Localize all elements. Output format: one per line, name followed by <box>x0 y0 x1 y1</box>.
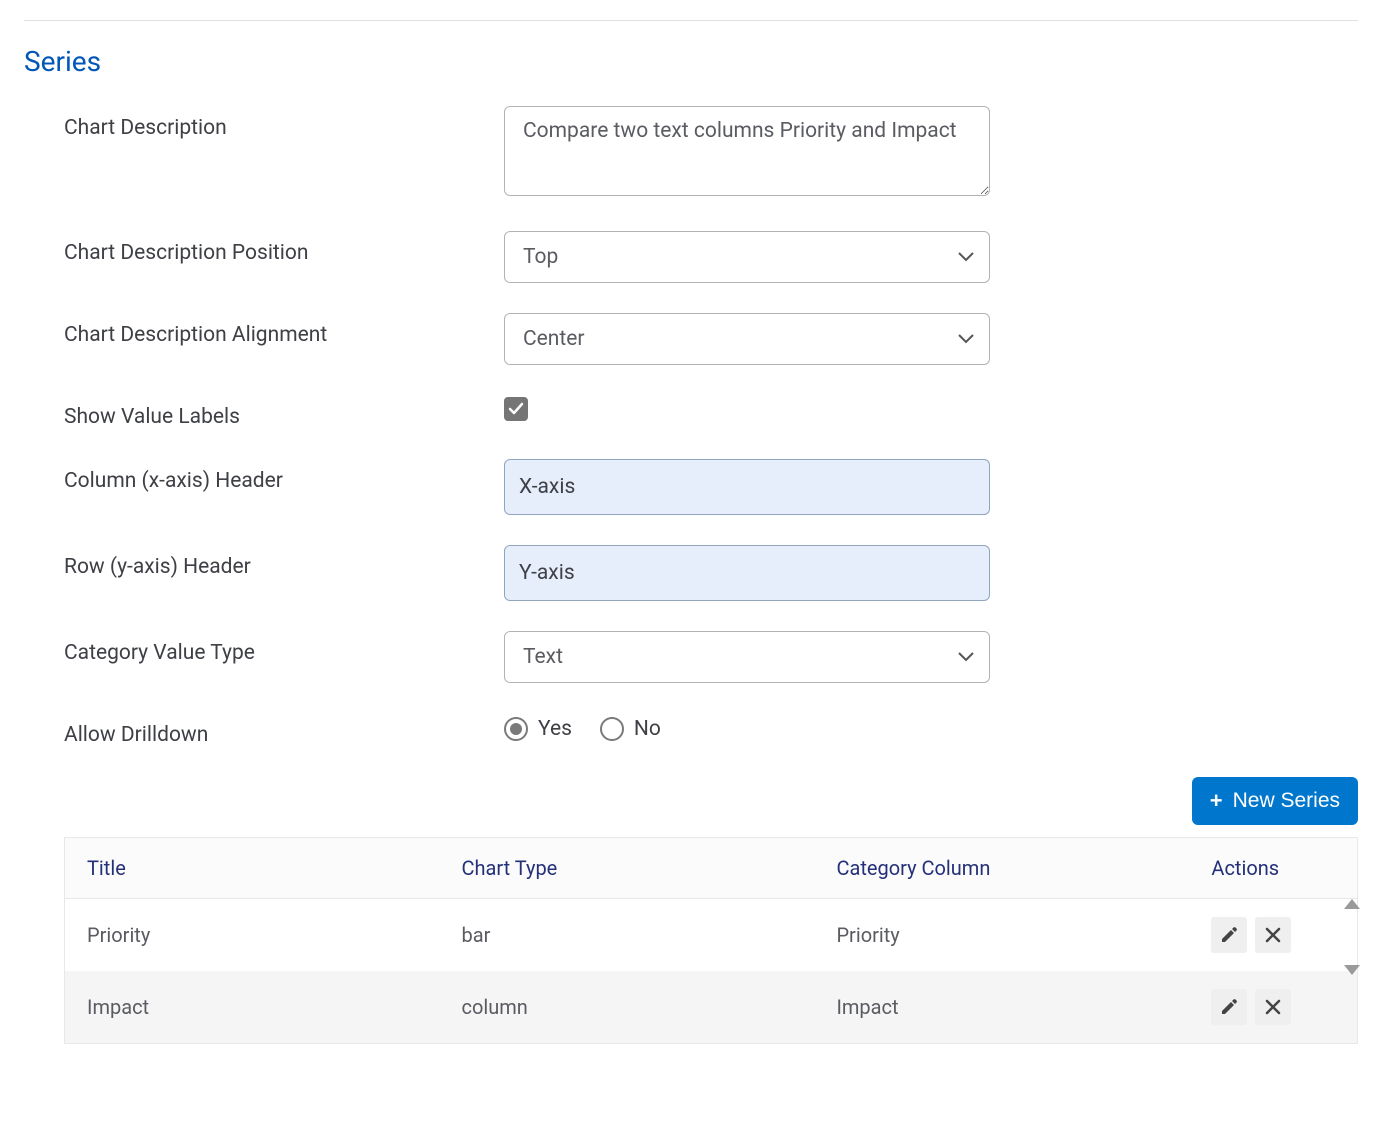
chart-description-label: Chart Description <box>64 106 504 140</box>
cell-title: Priority <box>65 899 440 972</box>
column-x-axis-header-label: Column (x-axis) Header <box>64 459 504 493</box>
delete-row-button[interactable] <box>1255 917 1291 953</box>
row-y-axis-header-input[interactable] <box>504 545 990 601</box>
column-x-axis-header-input[interactable] <box>504 459 990 515</box>
table-header-category-column[interactable]: Category Column <box>814 838 1189 899</box>
row-move-up-button[interactable] <box>1344 899 1360 909</box>
edit-row-button[interactable] <box>1211 989 1247 1025</box>
cell-category-column: Impact <box>814 971 1189 1044</box>
check-icon <box>508 401 524 417</box>
chart-description-position-label: Chart Description Position <box>64 231 504 265</box>
new-series-button-label: New Series <box>1233 789 1340 813</box>
allow-drilldown-no-radio[interactable]: No <box>600 717 661 741</box>
radio-yes-label: Yes <box>538 717 572 741</box>
cell-category-column: Priority <box>814 899 1189 972</box>
table-header-actions: Actions <box>1189 838 1357 899</box>
series-table: Title Chart Type Category Column Actions… <box>64 837 1358 1044</box>
cell-title: Impact <box>65 971 440 1044</box>
table-header-title[interactable]: Title <box>65 838 440 899</box>
cell-chart-type: bar <box>439 899 814 972</box>
close-icon <box>1263 997 1283 1017</box>
chart-description-position-select[interactable]: Top <box>504 231 990 283</box>
chart-description-alignment-label: Chart Description Alignment <box>64 313 504 347</box>
edit-row-button[interactable] <box>1211 917 1247 953</box>
close-icon <box>1263 925 1283 945</box>
row-y-axis-header-label: Row (y-axis) Header <box>64 545 504 579</box>
chart-description-textarea[interactable] <box>504 106 990 196</box>
new-series-button[interactable]: + New Series <box>1192 777 1358 825</box>
allow-drilldown-yes-radio[interactable]: Yes <box>504 717 572 741</box>
table-row: Priority bar Priority <box>65 899 1358 972</box>
category-value-type-label: Category Value Type <box>64 631 504 665</box>
show-value-labels-label: Show Value Labels <box>64 395 504 429</box>
show-value-labels-checkbox[interactable] <box>504 397 528 421</box>
table-row: Impact column Impact <box>65 971 1358 1044</box>
row-move-down-button[interactable] <box>1344 965 1360 975</box>
plus-icon: + <box>1210 790 1223 812</box>
cell-chart-type: column <box>439 971 814 1044</box>
delete-row-button[interactable] <box>1255 989 1291 1025</box>
table-header-chart-type[interactable]: Chart Type <box>439 838 814 899</box>
category-value-type-select[interactable]: Text <box>504 631 990 683</box>
radio-no-label: No <box>634 717 661 741</box>
section-title-series: Series <box>24 45 1358 78</box>
chart-description-alignment-select[interactable]: Center <box>504 313 990 365</box>
pencil-icon <box>1219 997 1239 1017</box>
series-form: Chart Description Chart Description Posi… <box>24 106 1358 747</box>
pencil-icon <box>1219 925 1239 945</box>
allow-drilldown-label: Allow Drilldown <box>64 713 504 747</box>
top-divider <box>24 20 1358 21</box>
